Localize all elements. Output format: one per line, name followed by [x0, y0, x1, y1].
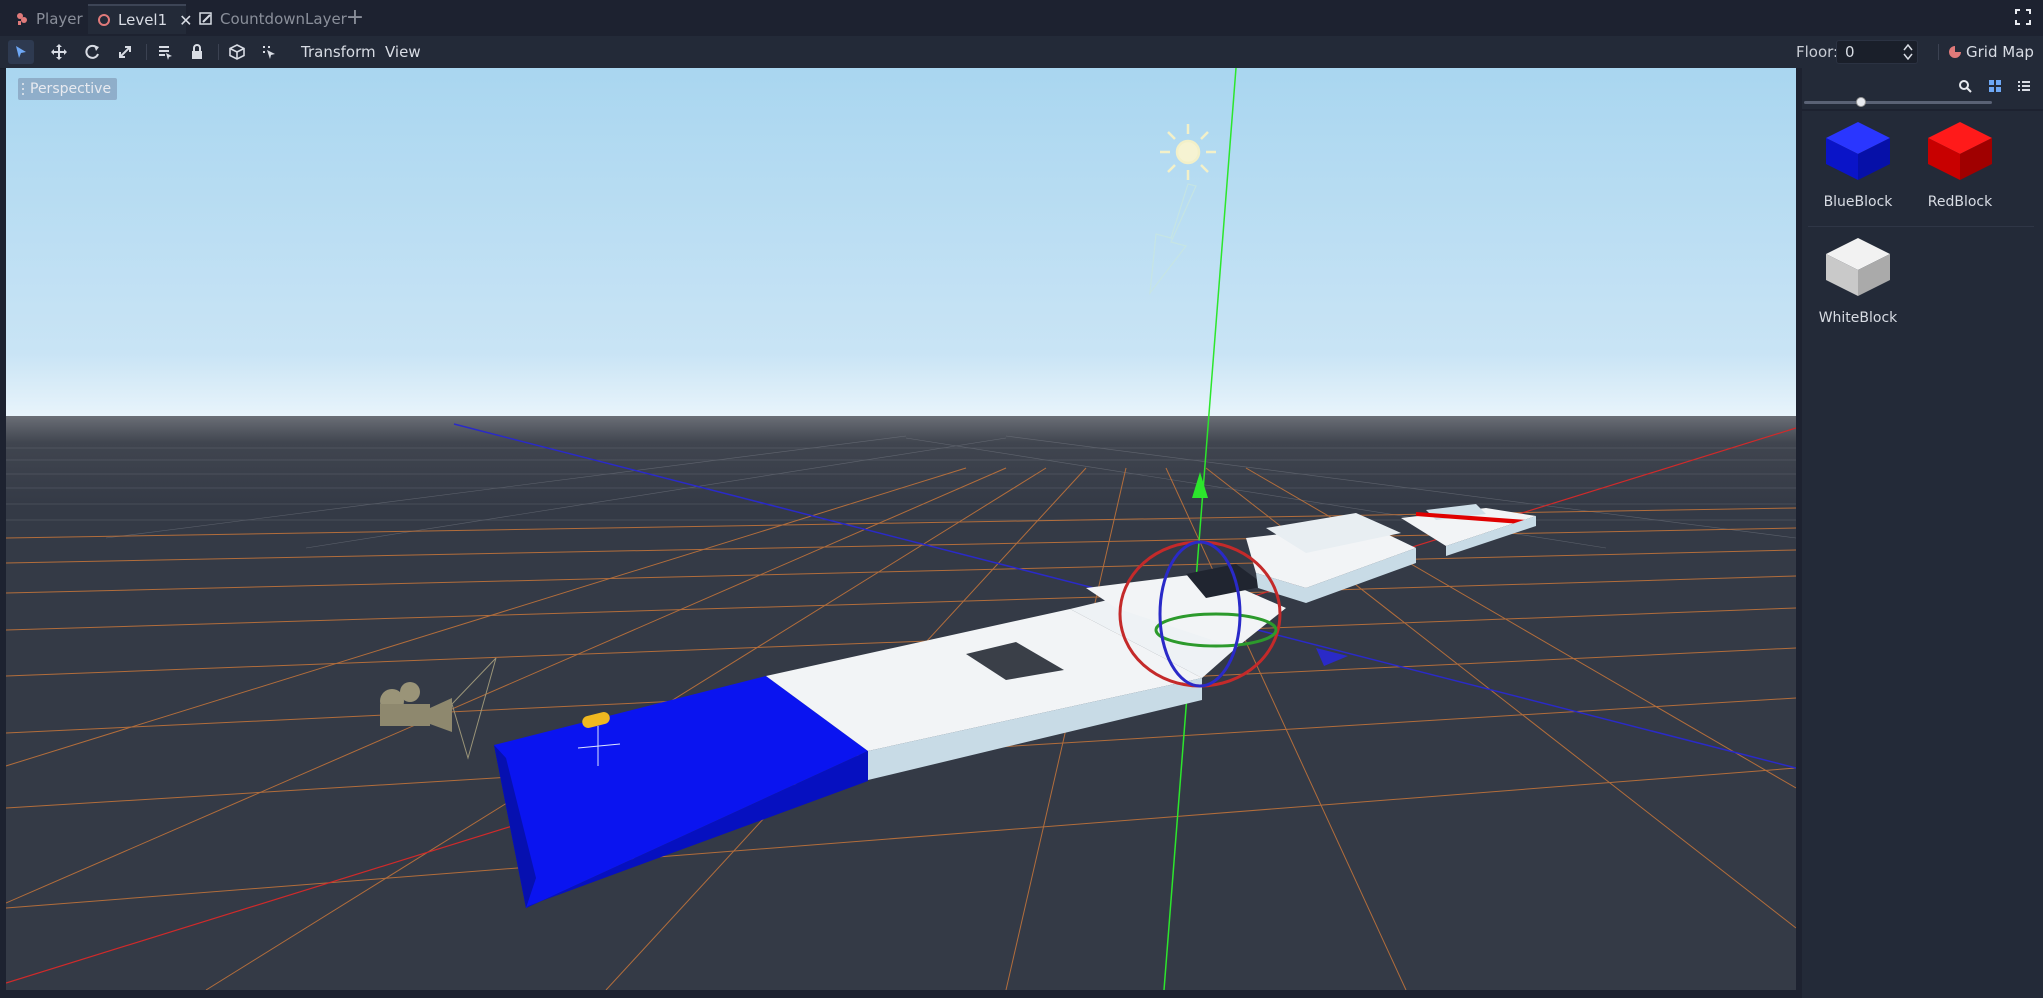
scene-tab-bar: Player Level1 ✕ CountdownLayer + — [0, 0, 2043, 36]
fullscreen-icon[interactable] — [2015, 9, 2031, 25]
move-icon — [51, 44, 67, 60]
perspective-label: Perspective — [30, 81, 112, 97]
view-menu[interactable]: View — [379, 41, 427, 63]
search-icon — [1959, 80, 1972, 93]
player-scene-icon — [14, 11, 30, 27]
snap-button[interactable] — [256, 40, 282, 64]
3d-viewport[interactable]: Perspective — [6, 68, 1796, 990]
transform-menu[interactable]: Transform — [295, 41, 382, 63]
white-block-icon — [1826, 238, 1890, 296]
select-arrow-icon — [16, 46, 26, 58]
grid-map-label: Grid Map — [1966, 43, 2034, 61]
vertical-dots-icon — [22, 83, 24, 95]
perspective-menu-button[interactable]: Perspective — [18, 78, 118, 100]
sky — [6, 68, 1796, 416]
palette-item-redblock[interactable]: RedBlock — [1910, 112, 2010, 222]
tab-player[interactable]: Player — [6, 4, 91, 34]
blue-block-icon — [1826, 122, 1890, 180]
spin-arrows-icon[interactable] — [1903, 44, 1913, 60]
scale-mode-button[interactable] — [112, 40, 138, 64]
move-mode-button[interactable] — [46, 40, 72, 64]
list-select-icon — [159, 46, 172, 60]
rotate-icon — [85, 44, 99, 59]
local-space-button[interactable] — [224, 40, 250, 64]
grid-map-button[interactable]: Grid Map — [1948, 40, 2034, 64]
palette-item-label: WhiteBlock — [1818, 310, 1898, 326]
palette-item-whiteblock[interactable]: WhiteBlock — [1808, 228, 1908, 338]
zoom-slider-track[interactable] — [1804, 101, 1992, 104]
floor-label: Floor: — [1796, 43, 1839, 61]
level-scene-icon — [96, 12, 112, 28]
palette-tools — [1802, 68, 2043, 111]
search-button[interactable] — [1952, 74, 1978, 98]
add-tab-button[interactable]: + — [344, 6, 366, 30]
tab-level1[interactable]: Level1 ✕ — [88, 4, 193, 34]
lock-icon — [192, 44, 202, 59]
palette-item-blueblock[interactable]: BlueBlock — [1808, 112, 1908, 222]
gridmap-palette-panel: BlueBlock RedBlock WhiteBlock — [1802, 68, 2043, 998]
list-select-button[interactable] — [152, 40, 178, 64]
floor-spinbox[interactable]: 0 — [1836, 40, 1918, 64]
tab-countdownlayer[interactable]: CountdownLayer — [190, 4, 355, 34]
list-view-button[interactable] — [2011, 74, 2037, 98]
cube-icon — [229, 44, 245, 60]
lock-button[interactable] — [184, 40, 210, 64]
scene-render — [6, 68, 1796, 990]
tab-label: Level1 — [118, 11, 168, 29]
control-scene-icon — [198, 11, 214, 27]
viewport-bottom-border — [0, 990, 1796, 998]
thumbnail-view-button[interactable] — [1982, 74, 2008, 98]
red-block-icon — [1928, 122, 1992, 180]
rotate-mode-button[interactable] — [80, 40, 106, 64]
floor-value: 0 — [1845, 43, 1855, 61]
snap-icon — [263, 46, 275, 59]
viewport-toolbar: Transform View Floor: 0 Grid Map — [0, 36, 2043, 69]
scale-icon — [119, 46, 131, 58]
zoom-slider-handle[interactable] — [1856, 97, 1866, 107]
list-view-icon — [2018, 81, 2030, 91]
tab-label: Player — [36, 10, 83, 28]
palette-item-label: BlueBlock — [1823, 194, 1893, 210]
palette-item-label: RedBlock — [1927, 194, 1993, 210]
gridmap-icon — [1949, 46, 1961, 58]
select-mode-button[interactable] — [8, 40, 34, 64]
grid-view-icon — [1989, 80, 2001, 92]
tab-label: CountdownLayer — [220, 10, 347, 28]
